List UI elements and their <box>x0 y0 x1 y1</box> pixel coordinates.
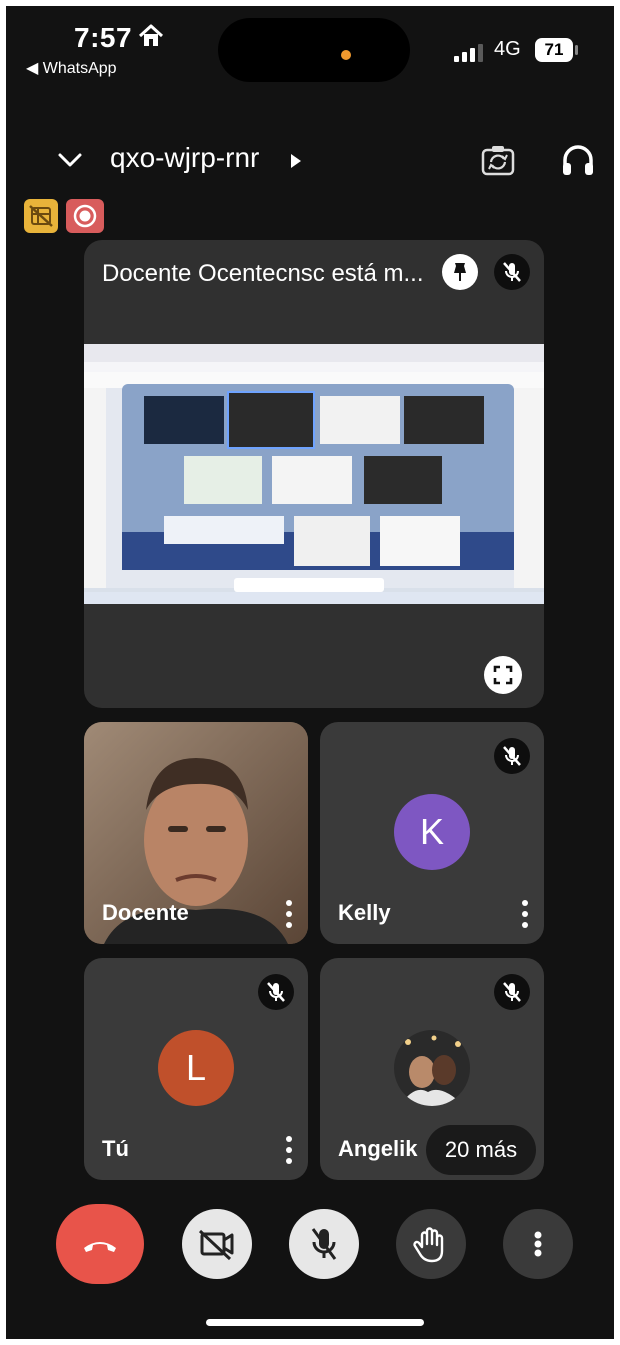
chevron-down-icon[interactable] <box>56 146 84 174</box>
pin-button[interactable] <box>442 254 478 290</box>
participant-options-icon[interactable] <box>286 899 292 929</box>
back-to-app-link[interactable]: ◀ WhatsApp <box>26 58 117 78</box>
participant-name: Angelik <box>338 1136 418 1161</box>
meeting-code[interactable]: qxo-wjrp-rnr <box>110 142 259 174</box>
avatar-photo <box>394 1030 470 1106</box>
signal-icon <box>454 44 483 62</box>
more-vertical-icon <box>534 1231 542 1257</box>
avatar: K <box>394 794 470 870</box>
end-call-button[interactable] <box>56 1204 144 1284</box>
microphone-toggle-button[interactable] <box>289 1209 359 1279</box>
mic-off-icon <box>503 982 521 1002</box>
mic-off-icon <box>311 1228 337 1260</box>
muted-indicator <box>258 974 294 1010</box>
participant-options-icon[interactable] <box>286 1135 292 1165</box>
switch-camera-icon[interactable] <box>480 142 516 178</box>
fullscreen-icon <box>493 665 513 685</box>
participant-tile-self[interactable]: L Tú <box>84 958 308 1180</box>
battery-level: 71 <box>535 38 573 62</box>
caret-right-icon[interactable] <box>290 154 302 168</box>
participant-name: Kelly <box>338 900 391 925</box>
dynamic-island <box>218 18 410 82</box>
mic-off-icon <box>267 982 285 1002</box>
raise-hand-button[interactable] <box>396 1209 466 1279</box>
headphones-icon[interactable] <box>559 141 597 179</box>
home-icon <box>138 24 164 46</box>
status-time: 7:57 <box>74 22 133 53</box>
shared-desktop-image <box>84 344 544 604</box>
battery-cap <box>575 45 578 55</box>
participant-name: Tú <box>102 1136 129 1161</box>
presentation-tile[interactable]: Docente Ocentecnsc está m... <box>84 240 544 708</box>
muted-indicator <box>494 738 530 774</box>
muted-indicator <box>494 974 530 1010</box>
home-indicator[interactable] <box>206 1319 424 1326</box>
camera-indicator-dot <box>341 50 351 60</box>
fullscreen-button[interactable] <box>484 656 522 694</box>
recording-badge-icon <box>66 199 104 233</box>
mic-off-icon <box>503 262 521 282</box>
meet-screen: 7:57 ◀ WhatsApp 4G 71 qxo-wjrp-rnr Docen… <box>6 6 614 1339</box>
participant-options-icon[interactable] <box>522 899 528 929</box>
camera-toggle-button[interactable] <box>182 1209 252 1279</box>
network-type: 4G <box>494 38 521 60</box>
pin-icon <box>454 263 466 281</box>
video-off-icon <box>198 1229 234 1261</box>
avatar: L <box>158 1030 234 1106</box>
raise-hand-icon <box>413 1227 444 1263</box>
shared-screen-preview <box>84 344 544 604</box>
more-participants-button[interactable]: 20 más <box>426 1125 536 1175</box>
presenter-muted-indicator <box>494 254 530 290</box>
more-options-button[interactable] <box>503 1209 573 1279</box>
participant-tile[interactable]: Docente <box>84 722 308 944</box>
presentation-title: Docente Ocentecnsc está m... <box>102 260 424 287</box>
phone-hangup-icon <box>84 1242 116 1252</box>
participant-name: Docente <box>102 900 189 925</box>
captions-off-badge-icon <box>24 199 58 233</box>
participant-tile[interactable]: K Kelly <box>320 722 544 944</box>
mic-off-icon <box>503 746 521 766</box>
